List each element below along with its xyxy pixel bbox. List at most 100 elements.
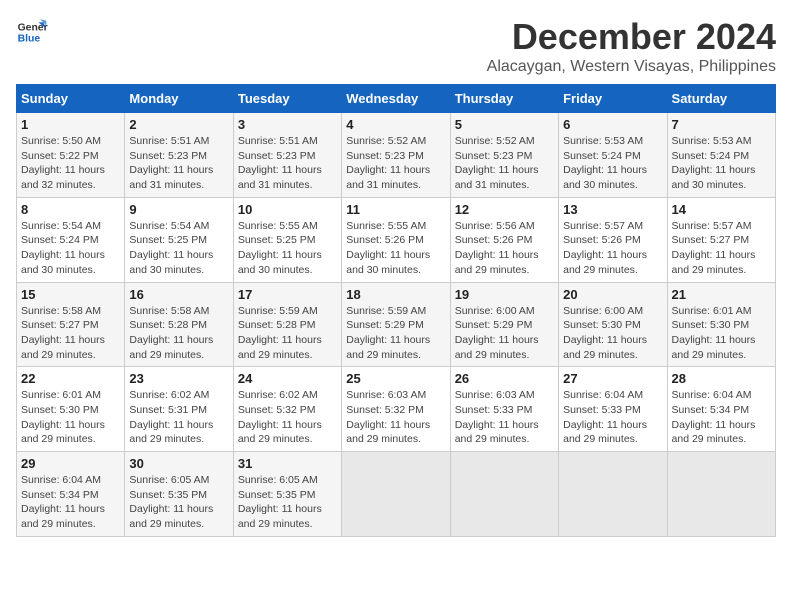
calendar-cell: 6 Sunrise: 5:53 AMSunset: 5:24 PMDaylight… xyxy=(559,113,667,198)
calendar-week-row: 1 Sunrise: 5:50 AMSunset: 5:22 PMDaylight… xyxy=(17,113,776,198)
weekday-header-thursday: Thursday xyxy=(450,85,558,113)
weekday-header-sunday: Sunday xyxy=(17,85,125,113)
calendar-cell: 17Sunrise: 5:59 AMSunset: 5:28 PMDayligh… xyxy=(233,282,341,367)
day-detail: Sunrise: 5:51 AMSunset: 5:23 PMDaylight:… xyxy=(129,135,213,191)
day-number: 26 xyxy=(455,371,554,386)
logo-icon: General Blue xyxy=(16,16,48,48)
weekday-header-friday: Friday xyxy=(559,85,667,113)
day-number: 8 xyxy=(21,202,120,217)
day-number: 10 xyxy=(238,202,337,217)
day-detail: Sunrise: 6:01 AMSunset: 5:30 PMDaylight:… xyxy=(21,389,105,445)
day-detail: Sunrise: 5:53 AMSunset: 5:24 PMDaylight:… xyxy=(563,135,647,191)
day-detail: Sunrise: 5:52 AMSunset: 5:23 PMDaylight:… xyxy=(346,135,430,191)
day-number: 9 xyxy=(129,202,228,217)
day-detail: Sunrise: 6:02 AMSunset: 5:31 PMDaylight:… xyxy=(129,389,213,445)
calendar-table: SundayMondayTuesdayWednesdayThursdayFrid… xyxy=(16,84,776,537)
logo: General Blue xyxy=(16,16,48,48)
day-detail: Sunrise: 6:01 AMSunset: 5:30 PMDaylight:… xyxy=(672,305,756,361)
calendar-cell: 25 Sunrise: 6:03 AMSunset: 5:32 PMDayligh… xyxy=(342,367,450,452)
calendar-cell: 14Sunrise: 5:57 AMSunset: 5:27 PMDayligh… xyxy=(667,197,775,282)
day-number: 2 xyxy=(129,117,228,132)
calendar-cell: 22 Sunrise: 6:01 AMSunset: 5:30 PMDayligh… xyxy=(17,367,125,452)
day-number: 30 xyxy=(129,456,228,471)
calendar-cell: 16 Sunrise: 5:58 AMSunset: 5:28 PMDayligh… xyxy=(125,282,233,367)
day-detail: Sunrise: 5:58 AMSunset: 5:28 PMDaylight:… xyxy=(129,305,213,361)
day-number: 29 xyxy=(21,456,120,471)
day-number: 20 xyxy=(563,287,662,302)
calendar-cell: 4 Sunrise: 5:52 AMSunset: 5:23 PMDaylight… xyxy=(342,113,450,198)
weekday-header-row: SundayMondayTuesdayWednesdayThursdayFrid… xyxy=(17,85,776,113)
day-detail: Sunrise: 5:54 AMSunset: 5:25 PMDaylight:… xyxy=(129,220,213,276)
day-detail: Sunrise: 6:04 AMSunset: 5:34 PMDaylight:… xyxy=(21,474,105,530)
calendar-cell xyxy=(342,452,450,537)
day-number: 15 xyxy=(21,287,120,302)
calendar-cell: 28 Sunrise: 6:04 AMSunset: 5:34 PMDayligh… xyxy=(667,367,775,452)
day-number: 21 xyxy=(672,287,771,302)
day-number: 25 xyxy=(346,371,445,386)
day-detail: Sunrise: 5:50 AMSunset: 5:22 PMDaylight:… xyxy=(21,135,105,191)
day-number: 1 xyxy=(21,117,120,132)
day-number: 23 xyxy=(129,371,228,386)
day-detail: Sunrise: 6:00 AMSunset: 5:29 PMDaylight:… xyxy=(455,305,539,361)
calendar-cell xyxy=(667,452,775,537)
calendar-week-row: 8Sunrise: 5:54 AMSunset: 5:24 PMDaylight… xyxy=(17,197,776,282)
calendar-cell: 15Sunrise: 5:58 AMSunset: 5:27 PMDayligh… xyxy=(17,282,125,367)
calendar-cell xyxy=(450,452,558,537)
day-detail: Sunrise: 6:03 AMSunset: 5:33 PMDaylight:… xyxy=(455,389,539,445)
weekday-header-monday: Monday xyxy=(125,85,233,113)
day-detail: Sunrise: 5:55 AMSunset: 5:25 PMDaylight:… xyxy=(238,220,322,276)
day-detail: Sunrise: 5:59 AMSunset: 5:28 PMDaylight:… xyxy=(238,305,322,361)
calendar-cell: 11Sunrise: 5:55 AMSunset: 5:26 PMDayligh… xyxy=(342,197,450,282)
day-detail: Sunrise: 5:53 AMSunset: 5:24 PMDaylight:… xyxy=(672,135,756,191)
calendar-cell: 2 Sunrise: 5:51 AMSunset: 5:23 PMDaylight… xyxy=(125,113,233,198)
day-detail: Sunrise: 5:51 AMSunset: 5:23 PMDaylight:… xyxy=(238,135,322,191)
day-detail: Sunrise: 6:02 AMSunset: 5:32 PMDaylight:… xyxy=(238,389,322,445)
day-detail: Sunrise: 6:05 AMSunset: 5:35 PMDaylight:… xyxy=(238,474,322,530)
day-detail: Sunrise: 6:05 AMSunset: 5:35 PMDaylight:… xyxy=(129,474,213,530)
calendar-cell: 1 Sunrise: 5:50 AMSunset: 5:22 PMDaylight… xyxy=(17,113,125,198)
day-number: 31 xyxy=(238,456,337,471)
calendar-cell: 8Sunrise: 5:54 AMSunset: 5:24 PMDaylight… xyxy=(17,197,125,282)
day-detail: Sunrise: 5:59 AMSunset: 5:29 PMDaylight:… xyxy=(346,305,430,361)
day-number: 3 xyxy=(238,117,337,132)
calendar-subtitle: Alacaygan, Western Visayas, Philippines xyxy=(487,58,776,76)
day-detail: Sunrise: 5:57 AMSunset: 5:26 PMDaylight:… xyxy=(563,220,647,276)
day-number: 24 xyxy=(238,371,337,386)
day-number: 13 xyxy=(563,202,662,217)
calendar-cell: 23 Sunrise: 6:02 AMSunset: 5:31 PMDayligh… xyxy=(125,367,233,452)
calendar-cell: 31 Sunrise: 6:05 AMSunset: 5:35 PMDayligh… xyxy=(233,452,341,537)
calendar-cell: 20 Sunrise: 6:00 AMSunset: 5:30 PMDayligh… xyxy=(559,282,667,367)
day-number: 12 xyxy=(455,202,554,217)
calendar-cell: 13 Sunrise: 5:57 AMSunset: 5:26 PMDayligh… xyxy=(559,197,667,282)
calendar-week-row: 15Sunrise: 5:58 AMSunset: 5:27 PMDayligh… xyxy=(17,282,776,367)
day-detail: Sunrise: 5:52 AMSunset: 5:23 PMDaylight:… xyxy=(455,135,539,191)
day-detail: Sunrise: 5:56 AMSunset: 5:26 PMDaylight:… xyxy=(455,220,539,276)
calendar-cell xyxy=(559,452,667,537)
calendar-week-row: 22 Sunrise: 6:01 AMSunset: 5:30 PMDayligh… xyxy=(17,367,776,452)
title-area: December 2024 Alacaygan, Western Visayas… xyxy=(487,16,776,76)
weekday-header-wednesday: Wednesday xyxy=(342,85,450,113)
day-number: 4 xyxy=(346,117,445,132)
day-detail: Sunrise: 6:03 AMSunset: 5:32 PMDaylight:… xyxy=(346,389,430,445)
day-detail: Sunrise: 6:04 AMSunset: 5:34 PMDaylight:… xyxy=(672,389,756,445)
day-detail: Sunrise: 6:00 AMSunset: 5:30 PMDaylight:… xyxy=(563,305,647,361)
calendar-cell: 29 Sunrise: 6:04 AMSunset: 5:34 PMDayligh… xyxy=(17,452,125,537)
calendar-cell: 24 Sunrise: 6:02 AMSunset: 5:32 PMDayligh… xyxy=(233,367,341,452)
day-number: 28 xyxy=(672,371,771,386)
calendar-cell: 10 Sunrise: 5:55 AMSunset: 5:25 PMDayligh… xyxy=(233,197,341,282)
day-number: 22 xyxy=(21,371,120,386)
calendar-cell: 3 Sunrise: 5:51 AMSunset: 5:23 PMDaylight… xyxy=(233,113,341,198)
day-number: 5 xyxy=(455,117,554,132)
day-number: 16 xyxy=(129,287,228,302)
calendar-cell: 30 Sunrise: 6:05 AMSunset: 5:35 PMDayligh… xyxy=(125,452,233,537)
day-number: 6 xyxy=(563,117,662,132)
day-number: 19 xyxy=(455,287,554,302)
day-number: 7 xyxy=(672,117,771,132)
day-number: 27 xyxy=(563,371,662,386)
calendar-cell: 27Sunrise: 6:04 AMSunset: 5:33 PMDayligh… xyxy=(559,367,667,452)
calendar-cell: 7 Sunrise: 5:53 AMSunset: 5:24 PMDaylight… xyxy=(667,113,775,198)
calendar-cell: 9 Sunrise: 5:54 AMSunset: 5:25 PMDaylight… xyxy=(125,197,233,282)
svg-text:Blue: Blue xyxy=(18,34,41,45)
calendar-cell: 12 Sunrise: 5:56 AMSunset: 5:26 PMDayligh… xyxy=(450,197,558,282)
calendar-cell: 18Sunrise: 5:59 AMSunset: 5:29 PMDayligh… xyxy=(342,282,450,367)
